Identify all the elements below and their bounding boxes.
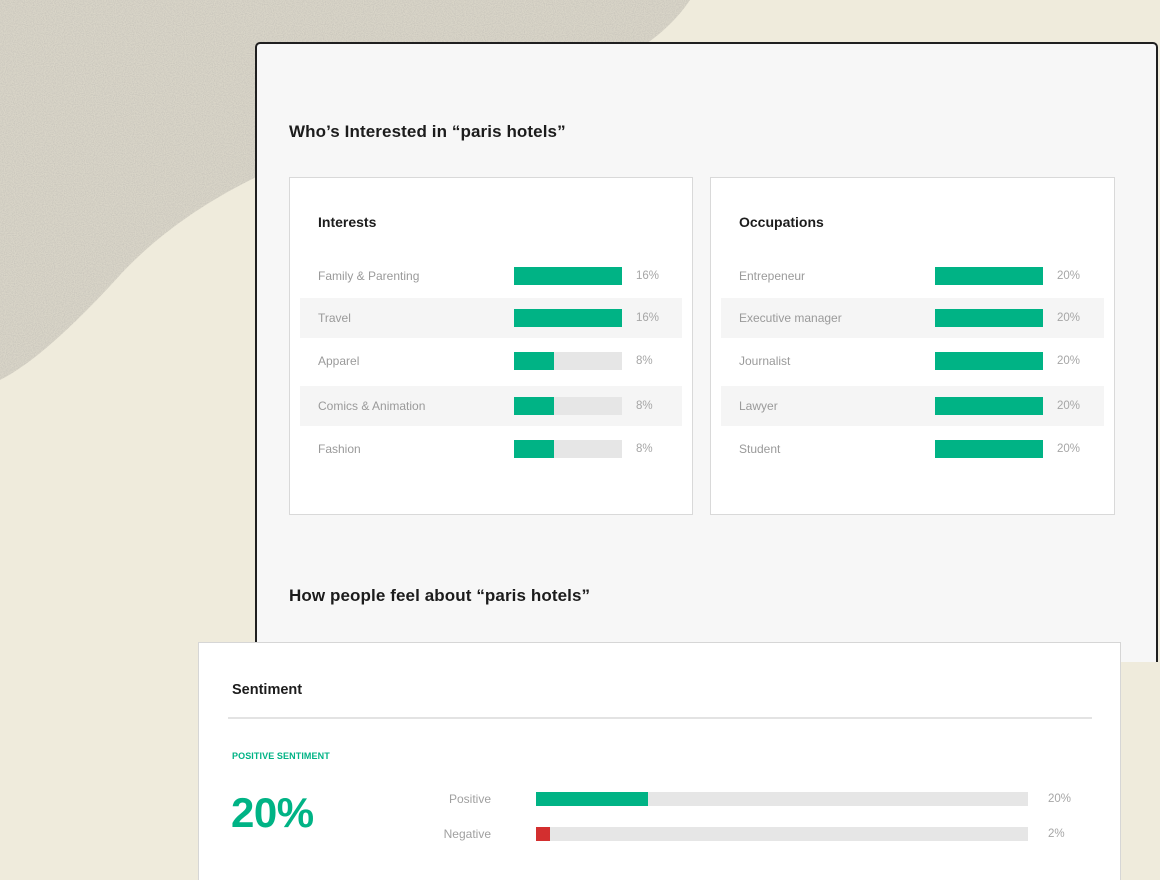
sentiment-label: Negative (443, 827, 491, 841)
occupation-bar-track (935, 440, 1043, 458)
occupation-row: Executive manager 20% (721, 298, 1104, 338)
interest-bar-fill (514, 267, 622, 285)
occupation-percent: 20% (1057, 400, 1081, 412)
sentiment-row-negative: Negative 2% (199, 824, 1120, 844)
interest-row: Family & Parenting 16% (300, 256, 682, 296)
interest-percent: 8% (636, 443, 653, 455)
sentiment-title: Sentiment (232, 682, 303, 698)
sentiment-row-positive: Positive 20% (199, 789, 1120, 809)
occupation-percent: 20% (1057, 270, 1081, 282)
occupation-row: Entrepeneur 20% (721, 256, 1104, 296)
interest-label: Comics & Animation (318, 399, 426, 413)
occupation-label: Executive manager (739, 311, 842, 325)
interests-title: Interests (318, 214, 377, 230)
sentiment-bar-fill (536, 792, 649, 806)
interest-bar-fill (514, 309, 622, 327)
occupation-bar-fill (935, 397, 1043, 415)
interest-percent: 16% (636, 312, 660, 324)
occupation-label: Student (739, 442, 781, 456)
interest-label: Family & Parenting (318, 269, 420, 283)
interest-bar-track (514, 440, 622, 458)
occupation-bar-track (935, 309, 1043, 327)
occupation-label: Journalist (739, 354, 791, 368)
interest-bar-fill (514, 440, 554, 458)
sentiment-label: Positive (448, 792, 491, 806)
occupation-label: Lawyer (739, 399, 778, 413)
interests-card: Interests Family & Parenting 16% Travel 16%… (289, 177, 693, 515)
interest-row: Fashion 8% (300, 429, 682, 469)
interest-percent: 8% (636, 400, 653, 412)
occupation-bar-fill (935, 309, 1043, 327)
sentiment-bar-track (536, 792, 1028, 806)
sentiment-percent: 20% (1048, 793, 1072, 805)
interest-percent: 16% (636, 270, 660, 282)
occupation-percent: 20% (1057, 312, 1081, 324)
occupation-row: Lawyer 20% (721, 386, 1104, 426)
divider (228, 717, 1092, 719)
interest-bar-track (514, 309, 622, 327)
who-interested-title: Who’s Interested in “paris hotels” (289, 122, 566, 141)
occupation-percent: 20% (1057, 355, 1081, 367)
occupation-percent: 20% (1057, 443, 1081, 455)
occupation-bar-track (935, 397, 1043, 415)
positive-sentiment-caption: POSITIVE SENTIMENT (232, 751, 330, 761)
report-window: Who’s Interested in “paris hotels” Inter… (255, 42, 1158, 662)
sentiment-card: Sentiment POSITIVE SENTIMENT 20% Positiv… (198, 642, 1121, 880)
interest-label: Travel (318, 311, 351, 325)
occupation-bar-track (935, 267, 1043, 285)
interest-bar-fill (514, 397, 554, 415)
interest-bar-track (514, 352, 622, 370)
interest-label: Fashion (318, 442, 361, 456)
sentiment-bar-track (536, 827, 1028, 841)
interest-bar-fill (514, 352, 554, 370)
sentiment-percent: 2% (1048, 828, 1065, 840)
occupation-label: Entrepeneur (739, 269, 806, 283)
occupation-row: Student 20% (721, 429, 1104, 469)
occupation-bar-track (935, 352, 1043, 370)
how-people-feel-title: How people feel about “paris hotels” (289, 586, 591, 605)
occupation-bar-fill (935, 267, 1043, 285)
occupations-card: Occupations Entrepeneur 20% Executive mana… (710, 177, 1115, 515)
occupation-row: Journalist 20% (721, 341, 1104, 381)
interest-percent: 8% (636, 355, 653, 367)
occupation-bar-fill (935, 440, 1043, 458)
interest-row: Comics & Animation 8% (300, 386, 682, 426)
interest-row: Travel 16% (300, 298, 682, 338)
occupations-title: Occupations (739, 214, 824, 230)
sentiment-bar-fill (536, 827, 550, 841)
occupation-bar-fill (935, 352, 1043, 370)
interest-label: Apparel (318, 354, 360, 368)
interest-bar-track (514, 267, 622, 285)
interest-bar-track (514, 397, 622, 415)
interest-row: Apparel 8% (300, 341, 682, 381)
